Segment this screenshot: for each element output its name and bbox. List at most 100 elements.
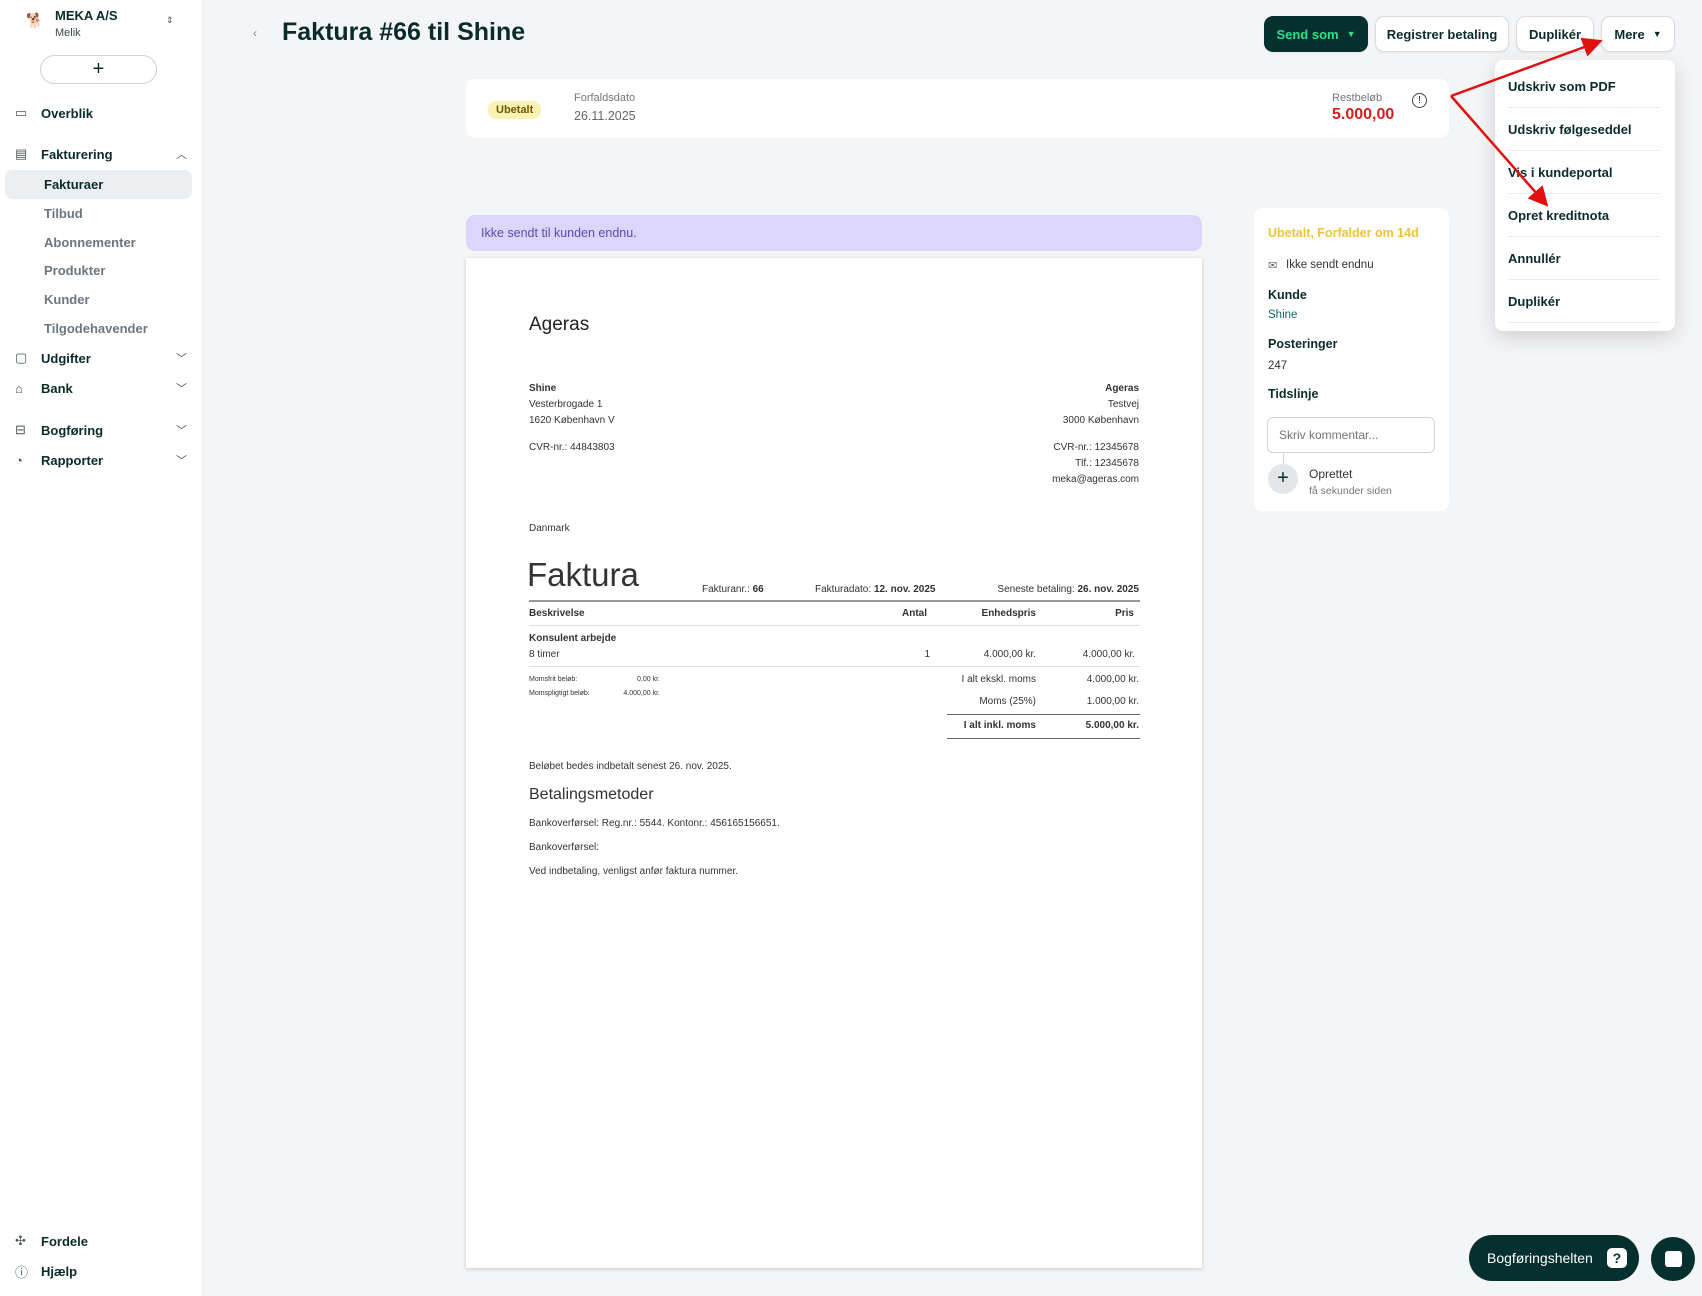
postings-value[interactable]: 247 [1268, 360, 1287, 372]
invoice-icon: ▤ [15, 146, 28, 161]
question-bubble-icon: ? [1606, 1248, 1627, 1268]
nav-udgifter[interactable]: ▢ Udgifter ﹀ [15, 345, 195, 371]
timeline-label: Tidslinje [1268, 387, 1319, 401]
duplicate-button[interactable]: Duplikér [1516, 16, 1594, 52]
not-sent-banner: Ikke sendt til kunden endnu. [466, 215, 1202, 251]
col-price: Pris [1115, 608, 1134, 619]
pie-chart-icon: ◔ [15, 452, 23, 468]
method-note: Ved indbetaling, venligst anfør faktura … [529, 866, 739, 877]
vatfree-label: Momsfrit beløb: [529, 676, 578, 683]
nav-bogforing[interactable]: ⊟ Bogføring ﹀ [15, 417, 195, 443]
helper-button[interactable]: Bogføringshelten? [1469, 1235, 1639, 1281]
sender-city: 3000 København [1062, 415, 1139, 426]
chevron-down-icon: ﹀ [176, 425, 187, 437]
chevron-down-icon: ﹀ [176, 383, 187, 395]
puzzle-icon: ✣ [15, 1233, 26, 1248]
total-value: 5.000,00 kr. [1085, 720, 1139, 731]
send-label: Send som [1276, 26, 1339, 42]
menu-print-pdf[interactable]: Udskriv som PDF [1508, 65, 1660, 108]
timeline-time: få sekunder siden [1309, 485, 1392, 497]
date-label: Fakturadato: [815, 584, 872, 595]
invoice-info-panel: Ubetalt, Forfalder om 14d ✉ Ikke sendt e… [1254, 208, 1449, 511]
nav-label: Udgifter [41, 350, 91, 366]
user-name: Melik [55, 27, 81, 39]
col-description: Beskrivelse [529, 608, 585, 619]
subtotal-value: 4.000,00 kr. [1086, 674, 1139, 685]
sub-tilgodehavender[interactable]: Tilgodehavender [5, 314, 192, 343]
line-unit: 4.000,00 kr. [983, 649, 1036, 660]
envelope-icon: ✉ [1268, 260, 1278, 272]
sub-fakturaer[interactable]: Fakturaer [5, 170, 192, 199]
invoice-number: 66 [752, 584, 764, 595]
more-button[interactable]: Mere ▼ [1601, 16, 1675, 52]
comment-input[interactable] [1267, 417, 1435, 453]
postings-label: Posteringer [1268, 337, 1338, 351]
wallet-icon: ▢ [15, 350, 28, 365]
invoice-due: 26. nov. 2025 [1077, 584, 1139, 595]
customer-link[interactable]: Shine [1268, 309, 1297, 321]
nav-rapporter[interactable]: ◔ Rapporter ﹀ [15, 447, 195, 473]
status-badge: Ubetalt [488, 101, 542, 119]
sender-phone: Tlf.: 12345678 [1075, 458, 1139, 469]
presentation-icon: ▭ [15, 105, 28, 120]
menu-duplicate[interactable]: Duplikér [1508, 280, 1660, 323]
menu-print-packing-slip[interactable]: Udskriv følgeseddel [1508, 108, 1660, 151]
sub-kunder[interactable]: Kunder [5, 285, 192, 314]
sub-abonnementer[interactable]: Abonnementer [5, 228, 192, 257]
vatable-label: Momspligtigt beløb: [529, 690, 590, 697]
nav-bank[interactable]: ⌂ Bank ﹀ [15, 375, 195, 401]
nav-overblik[interactable]: ▭ Overblik [15, 100, 195, 126]
total-label: I alt inkl. moms [963, 720, 1036, 731]
nav-fordele[interactable]: ✣ Fordele [15, 1228, 195, 1254]
nav-fakturering[interactable]: ▤ Fakturering ︿ [15, 141, 195, 167]
method-1: Bankoverførsel: Reg.nr.: 5544. Kontonr.:… [529, 818, 780, 829]
menu-cancel[interactable]: Annullér [1508, 237, 1660, 280]
col-unit: Enhedspris [981, 608, 1036, 619]
nav-label: Bank [41, 380, 73, 396]
line-desc: 8 timer [529, 649, 560, 660]
sidebar: 🐕 MEKA A/S Melik ⇕ + ▭ Overblik ▤ Fakturer… [0, 0, 203, 1296]
helper-label: Bogføringshelten [1487, 1250, 1593, 1266]
info-icon[interactable]: ! [1412, 93, 1427, 108]
methods-heading: Betalingsmetoder [529, 786, 654, 803]
chat-icon [1664, 1251, 1682, 1267]
sub-produkter[interactable]: Produkter [5, 256, 192, 285]
number-label: Fakturanr.: [702, 584, 750, 595]
vat-value: 1.000,00 kr. [1086, 696, 1139, 707]
nav-label: Fakturering [41, 146, 113, 162]
add-button[interactable]: + [40, 55, 157, 84]
status-card: Ubetalt Forfaldsdato 26.11.2025 Restbelø… [466, 79, 1449, 138]
sender-email: meka@ageras.com [1052, 474, 1139, 485]
nav-hjaelp[interactable]: ⓘ Hjælp [15, 1258, 195, 1284]
vat-label: Moms (25%) [979, 696, 1036, 707]
chevron-down-icon: ▼ [1346, 29, 1356, 39]
menu-create-credit-note[interactable]: Opret kreditnota [1508, 194, 1660, 237]
register-payment-button[interactable]: Registrer betaling [1375, 16, 1509, 52]
chevron-down-icon: ▼ [1652, 29, 1662, 39]
chevron-up-icon: ︿ [176, 149, 187, 161]
box-icon: ⊟ [15, 422, 26, 437]
sub-tilbud[interactable]: Tilbud [5, 199, 192, 228]
org-name[interactable]: MEKA A/S [55, 8, 118, 23]
timeline-event: Oprettet [1309, 467, 1353, 481]
chevron-down-icon: ﹀ [176, 353, 187, 365]
customer-city: 1620 København V [529, 415, 615, 426]
pay-note: Beløbet bedes indbetalt senest 26. nov. … [529, 761, 732, 772]
sender-street: Testvej [1107, 399, 1139, 410]
panel-status: Ubetalt, Forfalder om 14d [1268, 226, 1419, 240]
back-chevron-icon[interactable]: ‹ [253, 26, 257, 40]
doc-company: Ageras [529, 314, 590, 335]
more-dropdown-menu: Udskriv som PDF Udskriv følgeseddel Vis … [1495, 60, 1675, 331]
menu-customer-portal[interactable]: Vis i kundeportal [1508, 151, 1660, 194]
rest-label: Restbeløb [1332, 92, 1383, 104]
send-as-button[interactable]: Send som ▼ [1264, 16, 1368, 52]
due-label: Seneste betaling: [997, 584, 1075, 595]
rest-value: 5.000,00 [1332, 106, 1395, 123]
switch-org-icon[interactable]: ⇕ [166, 15, 174, 26]
line-title: Konsulent arbejde [529, 633, 617, 644]
doc-heading: Faktura [527, 556, 639, 593]
more-label: Mere [1614, 26, 1645, 42]
chat-button[interactable] [1651, 1237, 1695, 1281]
nav-label: Rapporter [41, 452, 104, 468]
page-title: Faktura #66 til Shine [282, 18, 526, 46]
